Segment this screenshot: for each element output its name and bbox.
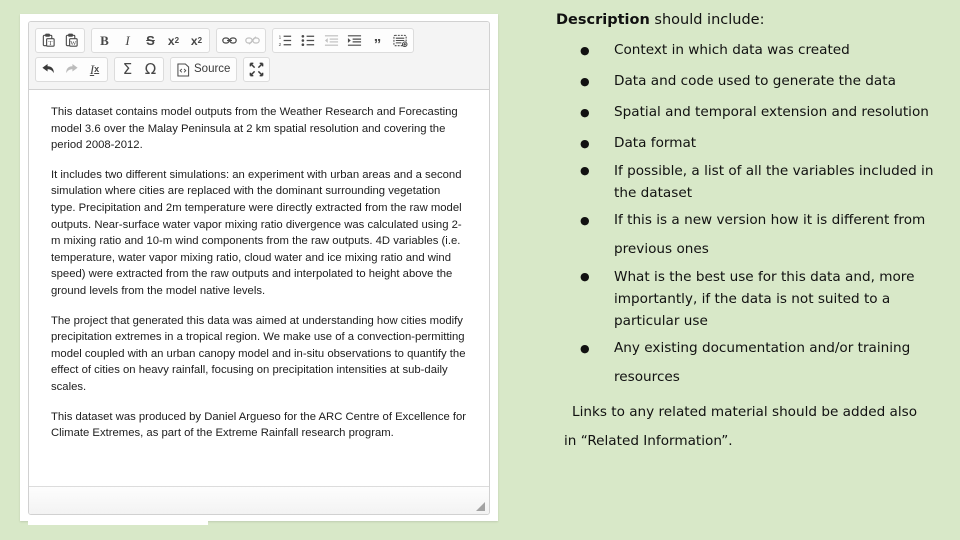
svg-text:T: T: [48, 40, 52, 47]
resize-grip-handle[interactable]: [476, 502, 485, 511]
bold-button[interactable]: B: [93, 29, 116, 52]
description-paragraph-4: This dataset was produced by Daniel Argu…: [51, 410, 467, 440]
decrease-indent-icon[interactable]: [320, 29, 343, 52]
source-button[interactable]: Source: [172, 58, 235, 81]
bullet-icon: ●: [580, 342, 590, 355]
editor-content-area[interactable]: This dataset contains model outputs from…: [29, 90, 489, 486]
list-item-label: Data format: [614, 135, 697, 151]
notes-heading: Description should include:: [556, 10, 958, 30]
list-item: ● If possible, a list of all the variabl…: [556, 160, 958, 204]
list-item: ● Data format: [556, 129, 958, 158]
italic-button[interactable]: I: [116, 29, 139, 52]
notes-bullet-list: ● Context in which data was created ● Da…: [556, 36, 958, 392]
increase-indent-icon[interactable]: [343, 29, 366, 52]
description-paragraph-3: The project that generated this data was…: [51, 314, 466, 393]
bullet-icon: ●: [580, 75, 590, 88]
rich-text-editor[interactable]: T W B I S x 2 x 2 1 2 ” I x Σ Ω Source T…: [28, 21, 490, 515]
notes-heading-bold: Description: [556, 12, 650, 28]
superscript-button[interactable]: x2: [185, 29, 208, 52]
notes-footer-line-2: in “Related Information”.: [564, 433, 733, 449]
paste-as-plain-text-icon[interactable]: T: [37, 29, 60, 52]
bulleted-list-icon[interactable]: [297, 29, 320, 52]
list-item-label: Any existing documentation and/or traini…: [614, 340, 911, 385]
toolbar-group-paragraph: 1 2 ”: [272, 28, 414, 53]
toolbar-group-maximize: [243, 57, 271, 82]
list-item-label: What is the best use for this data and, …: [614, 269, 915, 329]
svg-text:2: 2: [279, 42, 282, 47]
bullet-icon: ●: [580, 44, 590, 57]
strikethrough-button[interactable]: S: [139, 29, 162, 52]
list-item-label: If possible, a list of all the variables…: [614, 163, 934, 201]
description-paragraph-2: It includes two different simulations: a…: [51, 168, 462, 297]
list-item: ● Any existing documentation and/or trai…: [556, 334, 958, 392]
notes-heading-rest: should include:: [649, 12, 765, 28]
list-item-label: Context in which data was created: [614, 42, 850, 58]
toolbar-row-2: Ix Σ Ω Source: [35, 56, 485, 83]
paste-from-word-icon[interactable]: W: [60, 29, 83, 52]
editor-footer: [29, 486, 489, 514]
bullet-icon: ●: [580, 106, 590, 119]
redo-icon[interactable]: [60, 58, 83, 81]
math-formula-button[interactable]: Σ: [116, 58, 139, 81]
toolbar-group-clipboard: T W: [35, 28, 85, 53]
list-item-label: Spatial and temporal extension and resol…: [614, 104, 929, 120]
unlink-icon[interactable]: [241, 29, 264, 52]
source-button-label: Source: [194, 62, 231, 75]
toolbar-group-insert: Σ Ω: [114, 57, 164, 82]
list-item: ● Context in which data was created: [556, 36, 958, 65]
toolbar-group-history: Ix: [35, 57, 108, 82]
bullet-icon: ●: [580, 214, 590, 227]
toolbar-group-links: [216, 28, 266, 53]
maximize-icon[interactable]: [245, 58, 268, 81]
subscript-button[interactable]: x2: [162, 29, 185, 52]
list-item: ● Spatial and temporal extension and res…: [556, 98, 958, 127]
svg-text:1: 1: [279, 34, 282, 39]
undo-icon[interactable]: [37, 58, 60, 81]
list-item-label: Data and code used to generate the data: [614, 73, 896, 89]
description-paragraph-1: This dataset contains model outputs from…: [51, 106, 458, 152]
numbered-list-icon[interactable]: 1 2: [274, 29, 297, 52]
remove-format-button[interactable]: Ix: [83, 58, 106, 81]
list-item: ● What is the best use for this data and…: [556, 266, 958, 332]
bullet-icon: ●: [580, 164, 590, 177]
svg-text:W: W: [70, 40, 77, 47]
link-icon[interactable]: [218, 29, 241, 52]
bullet-icon: ●: [580, 137, 590, 150]
list-item: ● If this is a new version how it is dif…: [556, 206, 958, 264]
description-guidance-notes: Description should include: ● Context in…: [548, 0, 960, 540]
list-item: ● Data and code used to generate the dat…: [556, 67, 958, 96]
toolbar-group-source: Source: [170, 57, 238, 82]
toolbar-group-text-style: B I S x2 x2: [91, 28, 210, 53]
blockquote-icon[interactable]: ”: [366, 29, 389, 52]
notes-footer: Links to any related material should be …: [556, 398, 958, 456]
bullet-icon: ●: [580, 270, 590, 283]
notes-footer-line-1: Links to any related material should be …: [572, 404, 918, 420]
cut-off-text-below-panel: [28, 521, 208, 525]
source-icon: [177, 62, 190, 77]
special-character-button[interactable]: Ω: [139, 58, 162, 81]
list-item-label: If this is a new version how it is diffe…: [614, 212, 926, 257]
templates-icon[interactable]: [389, 29, 412, 52]
editor-toolbar: T W B I S x 2 x 2 1 2 ” I x Σ Ω Source: [29, 22, 489, 90]
description-editor-panel: T W B I S x 2 x 2 1 2 ” I x Σ Ω Source T…: [20, 14, 498, 521]
toolbar-row-1: T W B I S x 2 x 2 1 2 ”: [35, 27, 485, 54]
